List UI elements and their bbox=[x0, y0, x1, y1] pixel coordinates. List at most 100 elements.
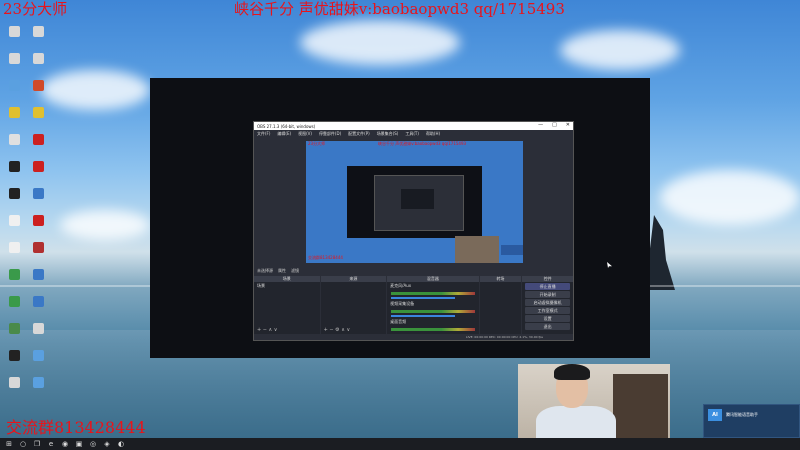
app-icon bbox=[8, 26, 20, 37]
app-icon bbox=[32, 188, 44, 199]
desktop-shortcut[interactable] bbox=[2, 323, 26, 349]
virtual-camera-button[interactable]: 启动虚拟摄像机 bbox=[525, 299, 570, 306]
desktop-shortcut[interactable] bbox=[26, 107, 50, 133]
stop-streaming-button[interactable]: 停止直播 bbox=[525, 283, 570, 290]
obs-menubar: 文件(F) 编辑(E) 视图(V) 停靠部件(D) 配置文件(P) 场景集合(S… bbox=[254, 130, 573, 138]
no-source-selected: 未选择源 bbox=[257, 268, 273, 273]
minimize-button[interactable]: — bbox=[538, 122, 543, 128]
app-icon bbox=[8, 161, 20, 172]
app-taskbar-icon[interactable]: ◐ bbox=[116, 439, 126, 449]
desktop-shortcut[interactable] bbox=[2, 377, 26, 403]
scenes-toolbar[interactable]: + − ∧ ∨ bbox=[257, 327, 277, 333]
desktop-shortcut[interactable] bbox=[2, 80, 26, 106]
volume-slider[interactable] bbox=[391, 315, 456, 317]
app-icon bbox=[32, 26, 44, 37]
desktop-shortcut[interactable] bbox=[26, 242, 50, 268]
app-icon bbox=[8, 80, 20, 91]
desktop-shortcut[interactable] bbox=[26, 188, 50, 214]
menu-view[interactable]: 视图(V) bbox=[298, 131, 312, 137]
desktop-shortcut[interactable] bbox=[26, 53, 50, 79]
notification-toast[interactable]: AI 腾讯智能语音助手 bbox=[703, 404, 800, 438]
app-icon bbox=[8, 242, 20, 253]
obs-source-toolbar: 未选择源 属性 滤镜 bbox=[254, 267, 573, 275]
desktop-shortcut[interactable] bbox=[26, 350, 50, 376]
taskbar: ⊞ ○ ❐ e ◉ ▣ ◎ ◈ ◐ bbox=[0, 438, 800, 450]
app-taskbar-icon[interactable]: ◎ bbox=[88, 439, 98, 449]
desktop-shortcut[interactable] bbox=[26, 296, 50, 322]
mixer-track-label: 麦克风/Aux bbox=[390, 283, 412, 288]
obs-taskbar-icon[interactable]: ◉ bbox=[60, 439, 70, 449]
properties-button[interactable]: 属性 bbox=[278, 268, 286, 274]
desktop-shortcut[interactable] bbox=[26, 80, 50, 106]
start-menu-icon[interactable]: ⊞ bbox=[4, 439, 14, 449]
menu-edit[interactable]: 编辑(E) bbox=[277, 131, 291, 137]
app-icon bbox=[32, 134, 44, 145]
sources-panel-title: 来源 bbox=[320, 276, 387, 282]
preview-overlay-left: 23分大师 bbox=[308, 141, 326, 146]
browser-icon[interactable]: e bbox=[46, 439, 56, 449]
desktop-shortcut[interactable] bbox=[2, 53, 26, 79]
app-taskbar-icon[interactable]: ◈ bbox=[102, 439, 112, 449]
app-icon bbox=[8, 107, 20, 118]
app-icon bbox=[8, 53, 20, 64]
controls-panel: 控件 停止直播 开始录制 启动虚拟摄像机 工作室模式 设置 退出 bbox=[522, 276, 573, 334]
task-view-icon[interactable]: ❐ bbox=[32, 439, 42, 449]
mixer-track-label: 桌面音频 bbox=[390, 319, 407, 324]
app-icon bbox=[32, 377, 44, 388]
menu-file[interactable]: 文件(F) bbox=[257, 131, 270, 137]
app-icon bbox=[32, 107, 44, 118]
menu-profile[interactable]: 配置文件(P) bbox=[348, 131, 370, 137]
app-icon bbox=[32, 53, 44, 64]
desktop-shortcut[interactable] bbox=[26, 323, 50, 349]
desktop-shortcut[interactable] bbox=[2, 107, 26, 133]
settings-button[interactable]: 设置 bbox=[525, 315, 570, 322]
desktop-shortcut[interactable] bbox=[2, 26, 26, 52]
preview-overlay-right: 峡谷千分 声优甜妹v:baobaopwd3 qq/1715493 bbox=[378, 141, 467, 146]
app-icon bbox=[32, 296, 44, 307]
desktop-shortcut[interactable] bbox=[26, 161, 50, 187]
desktop-shortcut[interactable] bbox=[26, 134, 50, 160]
nested-preview bbox=[401, 189, 434, 209]
sources-toolbar[interactable]: + − ⚙ ∧ ∨ bbox=[324, 327, 351, 333]
filters-button[interactable]: 滤镜 bbox=[291, 268, 299, 274]
nested-obs-window bbox=[374, 175, 464, 231]
desktop-shortcut[interactable] bbox=[26, 269, 50, 295]
menu-help[interactable]: 帮助(H) bbox=[426, 131, 440, 137]
desktop-shortcut[interactable] bbox=[2, 134, 26, 160]
obs-titlebar: OBS 27.1.3 (64-bit, windows) — □ ✕ bbox=[254, 122, 573, 130]
desktop-shortcut[interactable] bbox=[2, 350, 26, 376]
desktop-shortcut[interactable] bbox=[2, 296, 26, 322]
desktop-shortcut[interactable] bbox=[26, 215, 50, 241]
desktop-shortcut[interactable] bbox=[26, 26, 50, 52]
menu-scene-collection[interactable]: 场景集合(S) bbox=[377, 131, 399, 137]
app-icon bbox=[8, 188, 20, 199]
scene-item[interactable]: 场景 bbox=[254, 282, 320, 290]
preview-overlay-bottom: 交流群813428444 bbox=[308, 255, 343, 260]
notification-logo-icon: AI bbox=[708, 409, 722, 421]
menu-tools[interactable]: 工具(T) bbox=[405, 131, 419, 137]
menu-docks[interactable]: 停靠部件(D) bbox=[319, 131, 341, 137]
desktop-shortcut[interactable] bbox=[26, 377, 50, 403]
close-button[interactable]: ✕ bbox=[566, 122, 570, 128]
desktop-shortcut[interactable] bbox=[2, 215, 26, 241]
app-taskbar-icon[interactable]: ▣ bbox=[74, 439, 84, 449]
start-recording-button[interactable]: 开始录制 bbox=[525, 291, 570, 298]
desktop-shortcut[interactable] bbox=[2, 188, 26, 214]
maximize-button[interactable]: □ bbox=[552, 122, 557, 128]
exit-button[interactable]: 退出 bbox=[525, 323, 570, 330]
mixer-track-label: 视频采集设备 bbox=[390, 301, 415, 306]
app-icon bbox=[32, 215, 44, 226]
overlay-title-left: 23分大师 bbox=[3, 0, 68, 18]
obs-window-title: OBS 27.1.3 (64-bit, windows) bbox=[257, 123, 316, 129]
studio-mode-button[interactable]: 工作室模式 bbox=[525, 307, 570, 314]
app-icon bbox=[32, 350, 44, 361]
audio-meter bbox=[391, 310, 475, 313]
app-icon bbox=[32, 161, 44, 172]
search-icon[interactable]: ○ bbox=[18, 439, 28, 449]
desktop-shortcut[interactable] bbox=[2, 242, 26, 268]
volume-slider[interactable] bbox=[391, 297, 456, 299]
desktop-shortcut[interactable] bbox=[2, 269, 26, 295]
desktop-shortcut[interactable] bbox=[2, 161, 26, 187]
app-icon bbox=[8, 215, 20, 226]
app-icon bbox=[32, 269, 44, 280]
